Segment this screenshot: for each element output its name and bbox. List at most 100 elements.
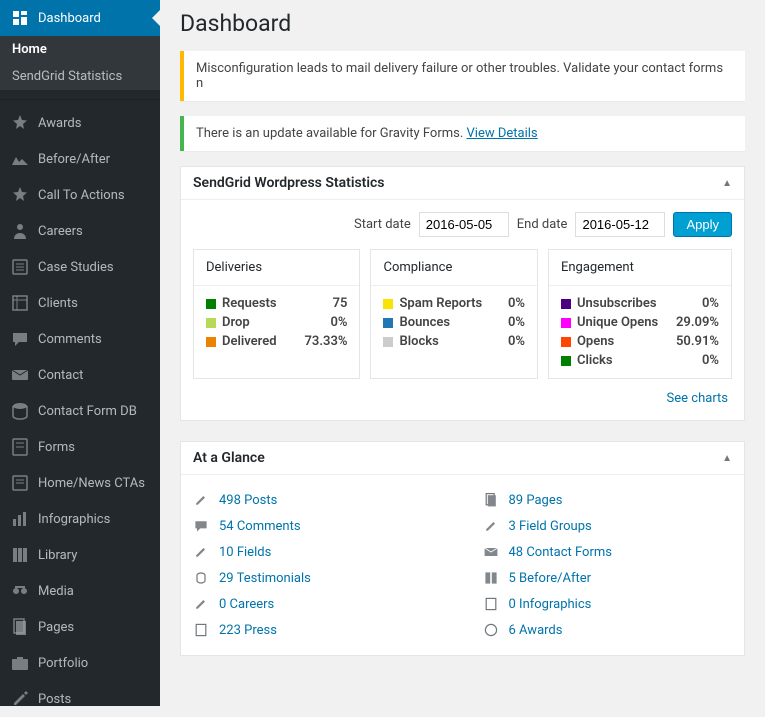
glance-icon	[483, 622, 503, 638]
sidebar-sub-sendgrid[interactable]: SendGrid Statistics	[0, 63, 160, 90]
sidebar-item-home-news-ctas[interactable]: Home/News CTAs	[0, 465, 160, 501]
stat-value: 0%	[508, 315, 525, 330]
sidebar-sub-home[interactable]: Home	[0, 36, 160, 63]
sidebar-item-clients[interactable]: Clients	[0, 285, 160, 321]
careers-icon	[10, 221, 30, 241]
notice-warning: Misconfiguration leads to mail delivery …	[180, 51, 745, 101]
portfolio-icon	[10, 653, 30, 673]
stat-line: Bounces0%	[383, 313, 524, 332]
sidebar-label: Posts	[38, 692, 71, 707]
apply-button[interactable]: Apply	[673, 212, 732, 237]
stat-value: 29.09%	[676, 315, 719, 330]
compliance-title: Compliance	[371, 250, 536, 286]
sidebar-label: Awards	[38, 116, 81, 131]
stat-line: Opens50.91%	[561, 332, 719, 351]
stat-line: Blocks0%	[383, 332, 524, 351]
glance-link[interactable]: 0 Careers	[219, 597, 274, 612]
stat-value: 50.91%	[676, 334, 719, 349]
glance-item: 29 Testimonials	[193, 565, 443, 591]
stat-value: 0%	[508, 296, 525, 311]
sidebar-label: Infographics	[38, 512, 110, 527]
glance-icon	[193, 596, 213, 612]
sidebar-label: Pages	[38, 620, 74, 635]
sidebar-item-comments[interactable]: Comments	[0, 321, 160, 357]
sidebar-item-posts[interactable]: Posts	[0, 681, 160, 717]
glance-link[interactable]: 29 Testimonials	[219, 571, 311, 586]
sidebar-item-portfolio[interactable]: Portfolio	[0, 645, 160, 681]
sidebar-item-library[interactable]: Library	[0, 537, 160, 573]
glance-icon	[483, 570, 503, 586]
glance-column-left: 498 Posts 54 Comments 10 Fields 29 Testimon…	[193, 487, 443, 643]
date-filter-row: Start date End date Apply	[181, 200, 744, 249]
sidebar-item-awards[interactable]: Awards	[0, 105, 160, 141]
stat-label: Blocks	[399, 334, 507, 349]
sidebar-item-dashboard[interactable]: Dashboard	[0, 0, 160, 36]
glance-item: 5 Before/After	[483, 565, 733, 591]
glance-link[interactable]: 10 Fields	[219, 545, 271, 560]
glance-icon	[193, 570, 213, 586]
library-icon	[10, 545, 30, 565]
stat-line: Spam Reports0%	[383, 294, 524, 313]
glance-item: 223 Press	[193, 617, 443, 643]
glance-item: 10 Fields	[193, 539, 443, 565]
end-date-label: End date	[517, 217, 568, 232]
glance-link[interactable]: 89 Pages	[509, 493, 563, 508]
stat-value: 0%	[508, 334, 525, 349]
sidebar-item-infographics[interactable]: Infographics	[0, 501, 160, 537]
sidebar-label: Contact	[38, 368, 83, 383]
glance-link[interactable]: 0 Infographics	[509, 597, 592, 612]
media-icon	[10, 581, 30, 601]
glance-link[interactable]: 6 Awards	[509, 623, 563, 638]
sidebar-item-contact-form-db[interactable]: Contact Form DB	[0, 393, 160, 429]
stat-line: Unsubscribes0%	[561, 294, 719, 313]
end-date-input[interactable]	[575, 212, 665, 237]
glance-item: 6 Awards	[483, 617, 733, 643]
glance-link[interactable]: 48 Contact Forms	[509, 545, 612, 560]
stat-label: Delivered	[222, 334, 304, 349]
stat-value: 0%	[702, 296, 719, 311]
sidebar-item-call-to-actions[interactable]: Call To Actions	[0, 177, 160, 213]
sidebar-label: Comments	[38, 332, 102, 347]
sendgrid-title: SendGrid Wordpress Statistics	[193, 175, 385, 191]
glance-panel: At a Glance ▲ 498 Posts 54 Comments 10 Fie…	[180, 441, 745, 656]
glance-item: 48 Contact Forms	[483, 539, 733, 565]
sidebar-item-case-studies[interactable]: Case Studies	[0, 249, 160, 285]
glance-item: 54 Comments	[193, 513, 443, 539]
sidebar-item-forms[interactable]: Forms	[0, 429, 160, 465]
before-after-icon	[10, 149, 30, 169]
see-charts-link[interactable]: See charts	[667, 391, 728, 406]
stat-label: Unsubscribes	[577, 296, 702, 311]
glance-link[interactable]: 223 Press	[219, 623, 277, 638]
sidebar-item-careers[interactable]: Careers	[0, 213, 160, 249]
panel-toggle-icon[interactable]: ▲	[722, 453, 732, 464]
panel-toggle-icon[interactable]: ▲	[722, 178, 732, 189]
stat-value: 0%	[330, 315, 347, 330]
glance-link[interactable]: 5 Before/After	[509, 571, 592, 586]
glance-link[interactable]: 54 Comments	[219, 519, 301, 534]
color-swatch	[561, 337, 571, 347]
sidebar-item-contact[interactable]: Contact	[0, 357, 160, 393]
clients-icon	[10, 293, 30, 313]
stat-line: Requests75	[206, 294, 347, 313]
sidebar-label: Clients	[38, 296, 78, 311]
color-swatch	[206, 299, 216, 309]
sidebar-label: Library	[38, 548, 77, 563]
sidebar-label: Home/News CTAs	[38, 476, 145, 491]
sidebar-item-media[interactable]: Media	[0, 573, 160, 609]
sidebar-label: Careers	[38, 224, 83, 239]
stat-line: Drop0%	[206, 313, 347, 332]
glance-icon	[483, 544, 503, 560]
glance-title: At a Glance	[193, 450, 265, 466]
color-swatch	[206, 337, 216, 347]
glance-item: 3 Field Groups	[483, 513, 733, 539]
glance-link[interactable]: 498 Posts	[219, 493, 277, 508]
notice-warning-text: Misconfiguration leads to mail delivery …	[196, 61, 723, 91]
glance-item: 89 Pages	[483, 487, 733, 513]
sidebar-item-pages[interactable]: Pages	[0, 609, 160, 645]
start-date-input[interactable]	[419, 212, 509, 237]
stat-label: Bounces	[399, 315, 507, 330]
view-details-link[interactable]: View Details	[467, 126, 538, 141]
sidebar-item-before-after[interactable]: Before/After	[0, 141, 160, 177]
infographics-icon	[10, 509, 30, 529]
glance-link[interactable]: 3 Field Groups	[509, 519, 592, 534]
